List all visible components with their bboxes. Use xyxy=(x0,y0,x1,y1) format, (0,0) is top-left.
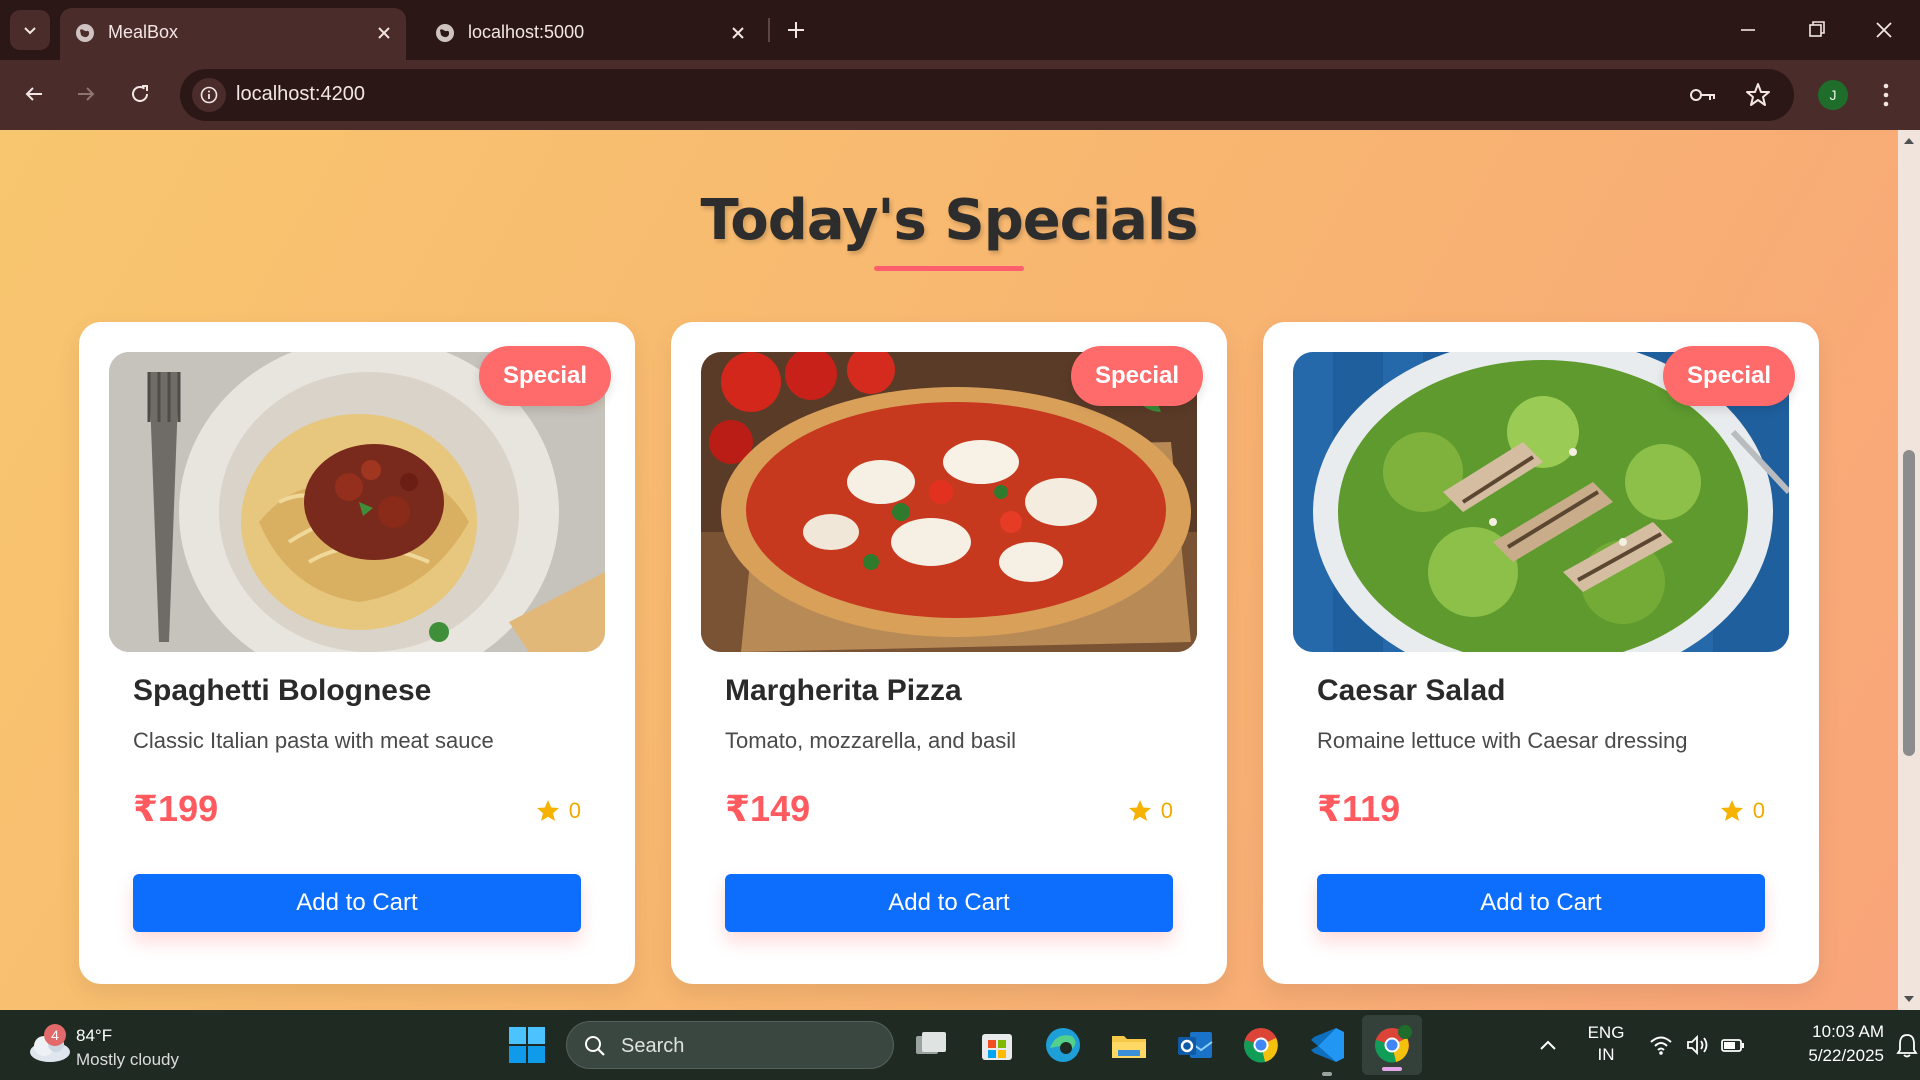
language-indicator[interactable]: ENG IN xyxy=(1582,1022,1630,1066)
special-badge: Special xyxy=(1662,346,1795,406)
page-viewport: Today's Specials Special Spaghetti Bolog… xyxy=(0,130,1898,1010)
weather-temperature: 84°F xyxy=(76,1026,113,1045)
password-key-icon[interactable] xyxy=(1688,82,1718,108)
app-running-indicator xyxy=(1322,1072,1332,1076)
heading-underline xyxy=(874,266,1024,271)
wifi-icon[interactable] xyxy=(1648,1032,1674,1058)
windows-start-icon[interactable] xyxy=(508,1026,546,1064)
weather-description: Mostly cloudy xyxy=(76,1050,179,1069)
region-code: IN xyxy=(1597,1045,1615,1064)
site-info-button[interactable] xyxy=(192,78,226,112)
dish-rating: 0 xyxy=(1719,798,1765,824)
bookmark-star-icon[interactable] xyxy=(1744,81,1772,109)
scroll-thumb[interactable] xyxy=(1903,450,1915,756)
microsoft-store-icon[interactable] xyxy=(976,1024,1018,1066)
star-icon xyxy=(1720,800,1743,821)
close-tab-icon[interactable] xyxy=(726,21,750,45)
restore-icon[interactable] xyxy=(1796,12,1836,48)
chrome-profile-icon xyxy=(1375,1025,1412,1063)
dish-description: Romaine lettuce with Caesar dressing xyxy=(1317,728,1688,753)
edge-browser-icon[interactable] xyxy=(1042,1024,1084,1066)
dish-name: Caesar Salad xyxy=(1317,674,1506,707)
tab-title: MealBox xyxy=(108,22,179,42)
rating-value: 0 xyxy=(1160,798,1173,823)
dish-name: Spaghetti Bolognese xyxy=(133,674,432,707)
reload-icon xyxy=(132,85,148,102)
arrow-right-icon xyxy=(78,87,95,101)
chevron-up-icon[interactable] xyxy=(1536,1034,1560,1058)
close-tab-icon[interactable] xyxy=(372,21,396,45)
close-window-icon[interactable] xyxy=(1864,12,1904,48)
url-text[interactable]: localhost:4200 xyxy=(236,83,365,106)
special-badge: Special xyxy=(1070,346,1203,406)
dish-price: ₹199 xyxy=(133,788,219,829)
dish-rating: 0 xyxy=(535,798,581,824)
chevron-down-icon xyxy=(24,27,36,35)
tab-mealbox[interactable]: MealBox xyxy=(60,8,406,60)
globe-icon xyxy=(436,24,454,42)
file-explorer-icon[interactable] xyxy=(1108,1024,1150,1066)
browser-toolbar: localhost:4200 J xyxy=(0,60,1920,130)
task-view-icon[interactable] xyxy=(910,1024,952,1066)
profile-avatar[interactable]: J xyxy=(1818,80,1848,110)
special-badge: Special xyxy=(478,346,611,406)
add-to-cart-button[interactable]: Add to Cart xyxy=(725,874,1173,932)
browser-tab-bar: MealBox localhost:5000 xyxy=(0,0,1920,60)
dish-price: ₹149 xyxy=(725,788,811,829)
notification-bell-icon[interactable] xyxy=(1896,1032,1918,1058)
menu-card: Special Caesar Salad Romaine lettuce wit… xyxy=(1263,322,1819,984)
volume-icon[interactable] xyxy=(1684,1032,1710,1058)
taskbar-search-box[interactable]: Search xyxy=(566,1021,894,1069)
star-icon xyxy=(536,800,559,821)
menu-card: Special Margherita Pizza Tomato, mozzare… xyxy=(671,322,1227,984)
language-code: ENG xyxy=(1587,1023,1625,1042)
arrow-left-icon xyxy=(25,87,42,101)
dish-description: Classic Italian pasta with meat sauce xyxy=(133,728,494,753)
windows-taskbar: 4 84°F Mostly cloudy Search ENG IN 10:03… xyxy=(0,1010,1920,1080)
tab-search-button[interactable] xyxy=(10,10,50,50)
rating-value: 0 xyxy=(568,798,581,823)
outlook-icon[interactable] xyxy=(1174,1024,1216,1066)
address-bar[interactable]: localhost:4200 xyxy=(180,69,1794,121)
forward-button[interactable] xyxy=(66,74,106,114)
page-scrollbar[interactable] xyxy=(1898,130,1920,1010)
dish-rating: 0 xyxy=(1127,798,1173,824)
dish-price: ₹119 xyxy=(1317,788,1401,829)
back-button[interactable] xyxy=(14,74,54,114)
tab-localhost-5000[interactable]: localhost:5000 xyxy=(420,8,760,60)
more-menu-icon[interactable] xyxy=(1874,76,1898,114)
menu-card: Special Spaghetti Bolognese Classic Ital… xyxy=(79,322,635,984)
new-tab-icon[interactable] xyxy=(780,14,812,46)
app-active-indicator xyxy=(1382,1067,1402,1071)
dish-description: Tomato, mozzarella, and basil xyxy=(725,728,1017,753)
system-clock[interactable]: 10:03 AM 5/22/2025 xyxy=(1760,1020,1884,1068)
add-to-cart-button[interactable]: Add to Cart xyxy=(133,874,581,932)
scroll-up-arrow-icon[interactable] xyxy=(1902,134,1916,148)
vscode-icon[interactable] xyxy=(1306,1024,1348,1066)
clock-date: 5/22/2025 xyxy=(1808,1046,1884,1065)
clock-time: 10:03 AM xyxy=(1812,1022,1884,1041)
info-icon xyxy=(200,86,218,104)
chrome-icon[interactable] xyxy=(1240,1024,1282,1066)
tab-separator xyxy=(768,18,770,42)
minimize-icon[interactable] xyxy=(1728,12,1768,48)
scroll-down-arrow-icon[interactable] xyxy=(1902,992,1916,1006)
battery-icon[interactable] xyxy=(1720,1032,1746,1058)
weather-widget[interactable]: 4 84°F Mostly cloudy xyxy=(24,1020,204,1070)
dish-name: Margherita Pizza xyxy=(725,674,962,707)
star-icon xyxy=(1128,800,1151,821)
search-placeholder: Search xyxy=(621,1035,685,1057)
chrome-profile-app-active[interactable] xyxy=(1362,1015,1422,1075)
tab-title: localhost:5000 xyxy=(468,22,585,42)
weather-alert-badge: 4 xyxy=(44,1024,66,1046)
globe-icon xyxy=(76,24,94,42)
search-icon xyxy=(585,1036,605,1056)
add-to-cart-button[interactable]: Add to Cart xyxy=(1317,874,1765,932)
rating-value: 0 xyxy=(1752,798,1765,823)
section-heading: Today's Specials xyxy=(700,188,1199,253)
reload-button[interactable] xyxy=(120,74,160,114)
